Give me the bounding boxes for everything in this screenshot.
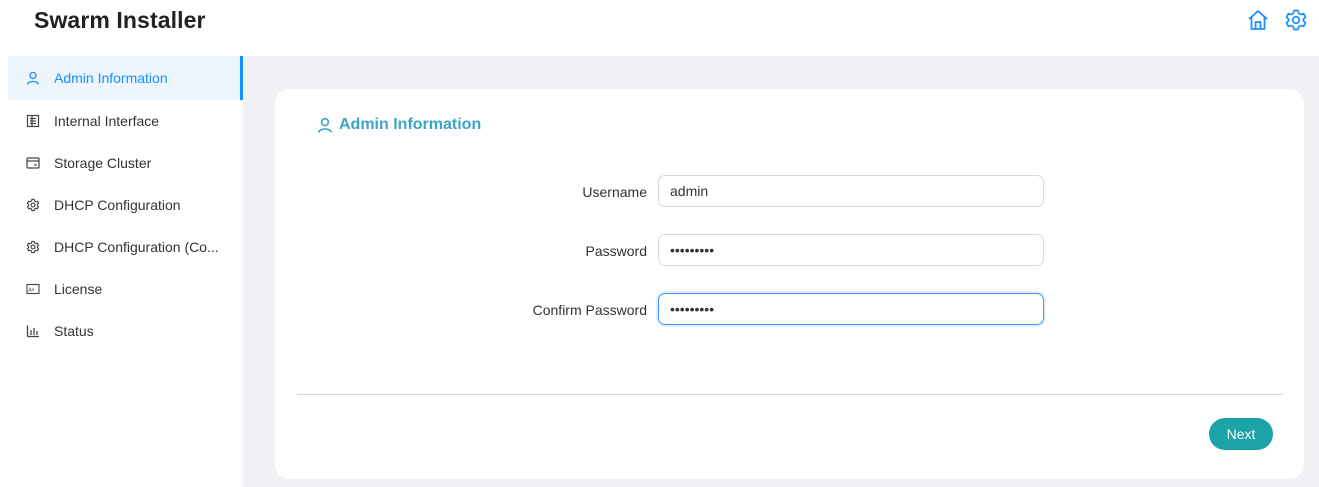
- main-content: Admin Information Username Password Conf…: [243, 56, 1319, 487]
- sidebar-item-internal-interface[interactable]: Internal Interface: [8, 100, 243, 142]
- license-icon: A≡: [26, 282, 40, 296]
- next-button[interactable]: Next: [1209, 418, 1273, 450]
- section-title: Admin Information: [317, 116, 481, 134]
- sidebar-item-dhcp-configuration[interactable]: DHCP Configuration: [8, 184, 243, 226]
- username-row: Username: [275, 175, 1304, 209]
- sidebar-item-license[interactable]: A≡ License: [8, 268, 243, 310]
- sidebar-item-label: Status: [54, 323, 94, 339]
- list-icon: [26, 114, 40, 128]
- header-actions: [1245, 7, 1309, 33]
- confirm-password-label: Confirm Password: [532, 302, 647, 318]
- password-label: Password: [585, 243, 647, 259]
- sidebar-item-admin-information[interactable]: Admin Information: [8, 56, 243, 100]
- gear-icon: [26, 240, 40, 254]
- username-input[interactable]: [658, 175, 1044, 207]
- sidebar-item-status[interactable]: Status: [8, 310, 243, 352]
- svg-text:A≡: A≡: [28, 288, 34, 294]
- sidebar-item-label: Internal Interface: [54, 113, 160, 129]
- sidebar-item-label: DHCP Configuration (Co...: [54, 239, 219, 255]
- admin-information-card: Admin Information Username Password Conf…: [275, 89, 1304, 479]
- confirm-password-input[interactable]: [658, 293, 1044, 325]
- sidebar-item-label: Storage Cluster: [54, 155, 152, 171]
- bar-chart-icon: [26, 324, 40, 338]
- username-label: Username: [582, 184, 647, 200]
- sidebar-item-label: Admin Information: [54, 70, 168, 86]
- app-title: Swarm Installer: [34, 7, 206, 33]
- sidebar-nav: Admin Information Internal Interface Sto…: [8, 56, 243, 487]
- password-input[interactable]: [658, 234, 1044, 266]
- sidebar-item-label: DHCP Configuration: [54, 197, 181, 213]
- storage-icon: [26, 156, 40, 170]
- gear-icon: [26, 198, 40, 212]
- user-icon: [26, 71, 40, 85]
- sidebar-item-label: License: [54, 281, 103, 297]
- user-icon: [317, 117, 333, 133]
- home-icon[interactable]: [1245, 7, 1271, 33]
- divider: [297, 394, 1283, 395]
- sidebar-item-storage-cluster[interactable]: Storage Cluster: [8, 142, 243, 184]
- sidebar-item-dhcp-configuration-co[interactable]: DHCP Configuration (Co...: [8, 226, 243, 268]
- password-row: Password: [275, 234, 1304, 268]
- section-title-label: Admin Information: [339, 116, 482, 133]
- confirm-password-row: Confirm Password: [275, 293, 1304, 327]
- gear-icon[interactable]: [1283, 7, 1309, 33]
